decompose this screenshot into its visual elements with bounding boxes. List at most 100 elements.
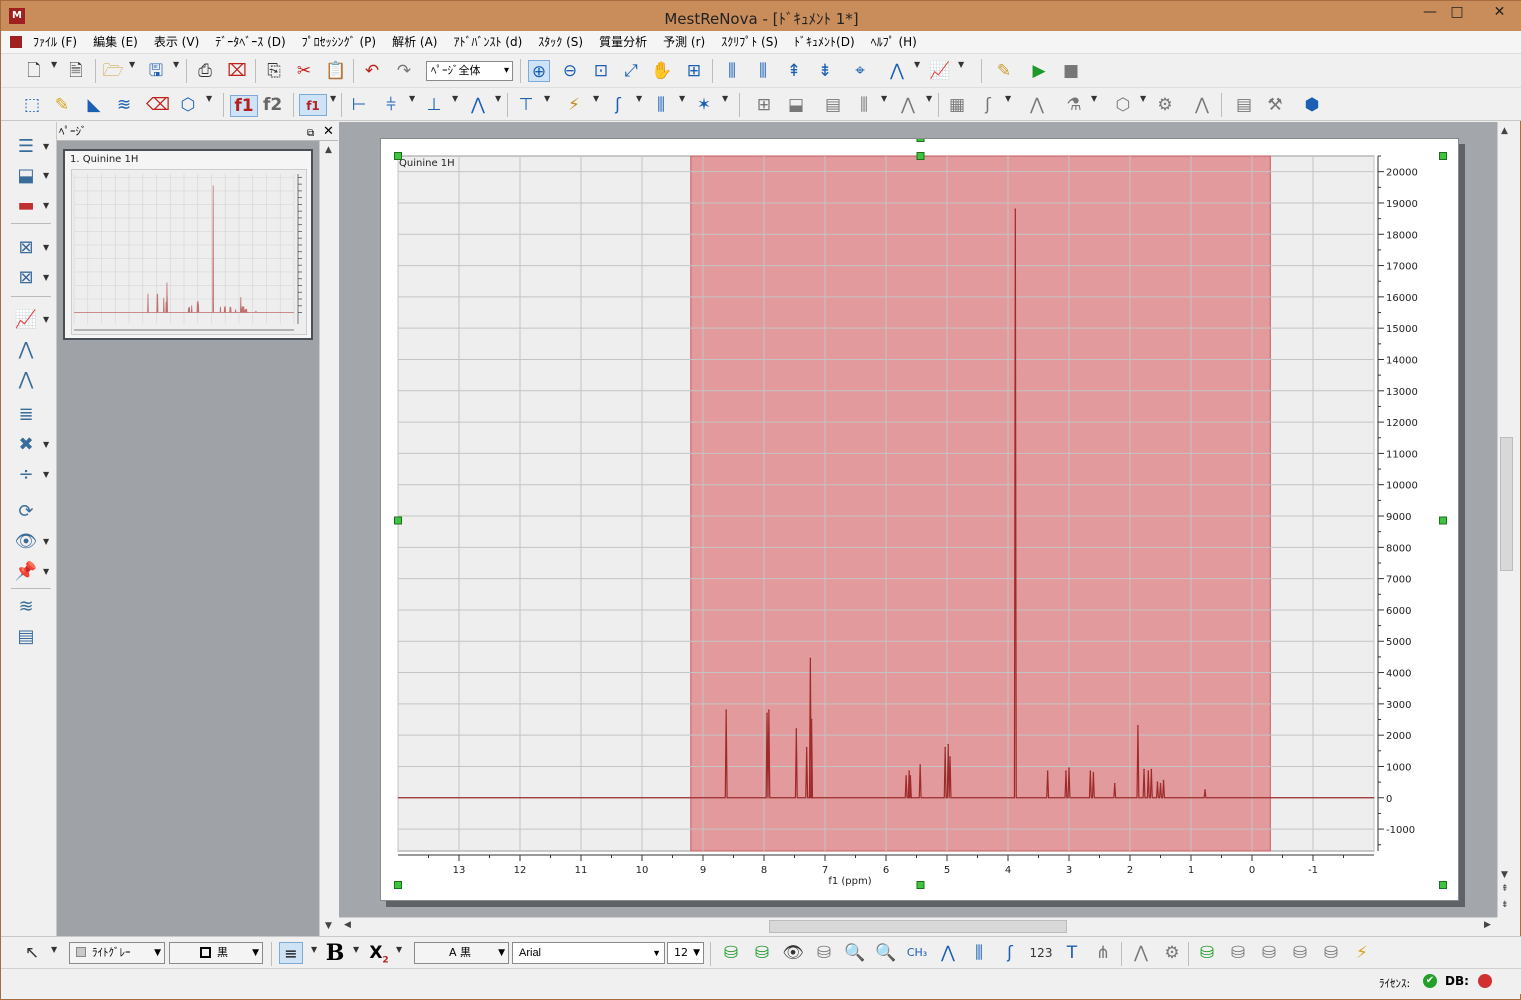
db-list-icon[interactable]: ⛁	[1288, 942, 1312, 964]
pin-icon[interactable]: 📌	[13, 560, 39, 584]
align-left-icon[interactable]: ≡	[279, 942, 303, 964]
chevron-down-icon[interactable]: ▼	[926, 94, 932, 103]
resize-handle[interactable]	[916, 152, 925, 160]
scroll-left-icon[interactable]: ◀	[344, 920, 351, 930]
chevron-down-icon[interactable]: ▼	[396, 945, 402, 954]
fill-color-select[interactable]: ﾗｲﾄｸﾞﾚｰ ▼	[69, 942, 165, 964]
deconvolution-icon[interactable]: ʃ	[607, 94, 629, 116]
ch3-search-icon[interactable]: CH₃	[905, 942, 929, 964]
db-search-structure-icon[interactable]: 🔍	[874, 942, 898, 964]
chevron-down-icon[interactable]: ▼	[129, 60, 135, 69]
chevron-down-icon[interactable]: ▼	[495, 94, 501, 103]
resize-handle[interactable]	[394, 152, 402, 160]
stack-icon[interactable]: ⬓	[785, 94, 807, 116]
pencil-icon[interactable]: ✎	[51, 94, 73, 116]
export-pdf-icon[interactable]: ⌧	[226, 60, 248, 82]
compare-icon[interactable]: ʃ	[977, 94, 999, 116]
db-export-icon[interactable]: ⛁	[812, 942, 836, 964]
molecule-icon[interactable]: ⬡	[177, 94, 199, 116]
resize-handle[interactable]	[394, 516, 402, 525]
scroll-right-icon[interactable]: ▶	[1484, 920, 1491, 930]
menu-document[interactable]: ﾄﾞｷｭﾒﾝﾄ(D)	[786, 31, 863, 53]
baseline-icon[interactable]: ≋	[113, 94, 135, 116]
grid-icon[interactable]: ⊠	[13, 236, 39, 260]
close-panel-icon[interactable]: ✕	[323, 122, 334, 141]
spectrum-compare-icon[interactable]: ⋀	[886, 60, 908, 82]
menu-stack[interactable]: ｽﾀｯｸ (S)	[530, 31, 591, 53]
page-thumbnail[interactable]: 1. Quinine 1H	[63, 149, 313, 340]
crosshair-icon[interactable]: ⌖	[849, 60, 871, 82]
fn-axis-button[interactable]: f1	[299, 94, 327, 116]
float-panel-icon[interactable]: ⧉	[307, 124, 314, 143]
run-script-icon[interactable]: ▶	[1028, 60, 1050, 82]
vertical-scroll-thumb[interactable]	[1500, 437, 1513, 571]
db-stack-icon[interactable]: ⛁	[1257, 942, 1281, 964]
chevron-down-icon[interactable]: ▼	[43, 201, 49, 210]
table-icon[interactable]: ⊞	[753, 94, 775, 116]
chevron-down-icon[interactable]: ▼	[173, 60, 179, 69]
combined-search-icon[interactable]: ⋔	[1091, 942, 1115, 964]
chevron-down-icon[interactable]: ▼	[43, 537, 49, 546]
multiplet-icon[interactable]: ⚡	[563, 94, 585, 116]
numeric-search-icon[interactable]: 123	[1029, 942, 1053, 964]
chevron-down-icon[interactable]: ▼	[51, 60, 57, 69]
integral-search-icon[interactable]: ʃ	[998, 942, 1022, 964]
increase-intensity-icon[interactable]: ⇞	[783, 60, 805, 82]
predict-icon[interactable]: ⚗	[1063, 94, 1085, 116]
scroll-up-icon[interactable]: ▲	[325, 145, 332, 155]
menu-file[interactable]: ﾌｧｲﾙ (F)	[25, 31, 85, 53]
stop-script-icon[interactable]: ■	[1060, 60, 1082, 82]
chevron-down-icon[interactable]: ▼	[43, 470, 49, 479]
horizontal-scroll-thumb[interactable]	[769, 920, 1067, 933]
db-view-icon[interactable]: 👁	[781, 942, 805, 964]
chevron-down-icon[interactable]: ▼	[43, 567, 49, 576]
chevron-down-icon[interactable]: ▼	[1140, 94, 1146, 103]
chevron-down-icon[interactable]: ▼	[43, 171, 49, 180]
menu-script[interactable]: ｽｸﾘﾌﾟﾄ (S)	[713, 31, 786, 53]
text-search-icon[interactable]: T	[1060, 942, 1084, 964]
divide-icon[interactable]: ÷	[13, 463, 39, 487]
menu-analysis[interactable]: 解析 (A)	[384, 31, 445, 53]
resize-handle[interactable]	[1439, 152, 1447, 160]
line-color-select[interactable]: 黒 ▼	[169, 942, 263, 964]
resize-handle[interactable]	[1439, 516, 1447, 525]
db-load-icon[interactable]: ⛁	[750, 942, 774, 964]
arrayed-plot-icon[interactable]: ▤	[13, 625, 39, 649]
menu-database[interactable]: ﾃﾞｰﾀﾍﾞｰｽ (D)	[207, 31, 293, 53]
pan-hand-icon[interactable]: ✋	[651, 60, 673, 82]
peaks-down-icon[interactable]: ⫼	[752, 60, 774, 82]
tools-db-icon[interactable]: ⚙	[1160, 942, 1184, 964]
bold-icon[interactable]: B	[323, 942, 347, 964]
db-disconnected-icon[interactable]	[1478, 974, 1492, 988]
peak-picking-icon[interactable]: ⋀	[467, 94, 489, 116]
delete-icon[interactable]: ✖	[13, 433, 39, 457]
zoom-in-icon[interactable]: ⊕	[528, 60, 550, 82]
chevron-down-icon[interactable]: ▼	[544, 94, 550, 103]
chevron-down-icon[interactable]: ▼	[43, 243, 49, 252]
integration-icon[interactable]: ⊤	[515, 94, 537, 116]
db-lightning-icon[interactable]: ⚡	[1350, 942, 1374, 964]
full-spectrum-icon[interactable]: ⊡	[590, 60, 612, 82]
peak-icon[interactable]: ⋀	[13, 368, 39, 392]
simulate-icon[interactable]: ⋀	[1026, 94, 1048, 116]
zoom-select[interactable]: ﾍﾟｰｼﾞ全体	[426, 61, 513, 81]
pointer-icon[interactable]: ↖	[21, 942, 43, 964]
peak-search-icon[interactable]: ⋀	[936, 942, 960, 964]
redo-icon[interactable]: ↷	[393, 60, 415, 82]
save-icon[interactable]: 🖫	[145, 60, 167, 82]
color-bar-icon[interactable]: ▬	[13, 194, 39, 218]
peaks-up-icon[interactable]: ⫼	[721, 60, 743, 82]
stacked-plot-icon[interactable]: ≋	[13, 595, 39, 619]
chevron-down-icon[interactable]: ▼	[636, 94, 642, 103]
cut-region-icon[interactable]: ◣	[83, 94, 105, 116]
menu-predict[interactable]: 予測 (r)	[655, 31, 713, 53]
chevron-down-icon[interactable]: ▼	[1005, 94, 1011, 103]
lines-icon[interactable]: ≣	[13, 403, 39, 427]
db-edit-icon[interactable]: ⛁	[1319, 942, 1343, 964]
db-save-icon[interactable]: ⛁	[719, 942, 743, 964]
menu-processing[interactable]: ﾌﾟﾛｾｯｼﾝｸﾞ (P)	[294, 31, 384, 53]
minimize-button[interactable]: —	[1415, 1, 1445, 23]
resize-handle[interactable]	[394, 881, 402, 889]
print-icon[interactable]: ⎙	[194, 60, 216, 82]
list-icon[interactable]: ☰	[13, 135, 39, 159]
